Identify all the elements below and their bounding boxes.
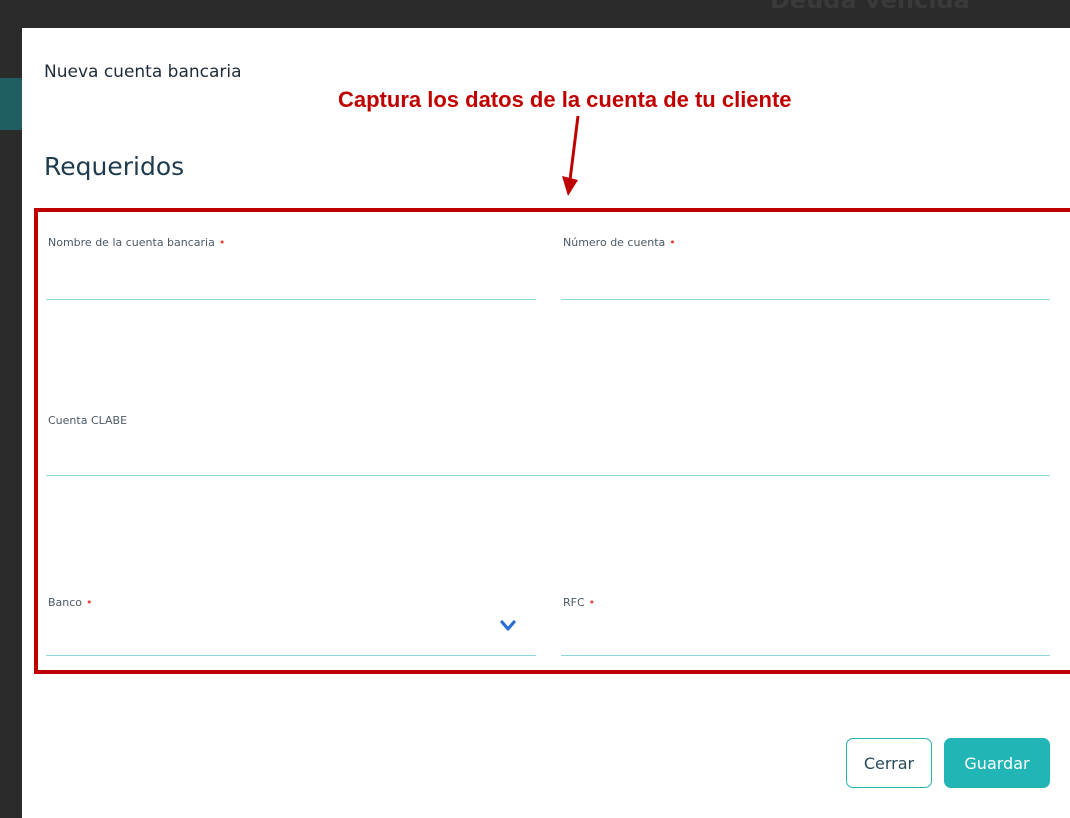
section-title: Requeridos xyxy=(44,152,185,181)
close-button[interactable]: Cerrar xyxy=(846,738,932,788)
account-name-field[interactable]: Nombre de la cuenta bancaria • xyxy=(46,236,536,302)
rfc-field[interactable]: RFC • xyxy=(561,596,1050,658)
background-sidebar-strip xyxy=(0,78,22,130)
new-bank-account-modal: Nueva cuenta bancaria Captura los datos … xyxy=(22,28,1070,818)
account-number-input-line[interactable] xyxy=(561,299,1050,300)
chevron-down-icon[interactable] xyxy=(500,620,516,632)
annotation-arrow-icon xyxy=(562,115,580,196)
account-name-label: Nombre de la cuenta bancaria xyxy=(48,236,215,249)
modal-title: Nueva cuenta bancaria xyxy=(44,62,242,82)
required-marker: • xyxy=(86,596,93,609)
background-page-title: Deuda vencida xyxy=(770,0,970,14)
clabe-field[interactable]: Cuenta CLABE xyxy=(46,414,1050,478)
save-button[interactable]: Guardar xyxy=(944,738,1050,788)
required-marker: • xyxy=(588,596,596,609)
bank-label: Banco xyxy=(48,596,83,609)
bank-select[interactable]: Banco • xyxy=(46,596,536,658)
clabe-label: Cuenta CLABE xyxy=(48,414,128,427)
clabe-input-line[interactable] xyxy=(46,475,1050,476)
bank-input-line[interactable] xyxy=(46,655,536,656)
rfc-input-line[interactable] xyxy=(561,655,1050,656)
rfc-label: RFC xyxy=(563,596,585,609)
required-marker: • xyxy=(218,236,226,249)
account-name-input-line[interactable] xyxy=(46,299,536,300)
required-marker: • xyxy=(669,236,676,249)
account-number-label: Número de cuenta xyxy=(563,236,666,249)
account-number-field[interactable]: Número de cuenta • xyxy=(561,236,1050,302)
annotation-callout: Captura los datos de la cuenta de tu cli… xyxy=(338,87,792,112)
